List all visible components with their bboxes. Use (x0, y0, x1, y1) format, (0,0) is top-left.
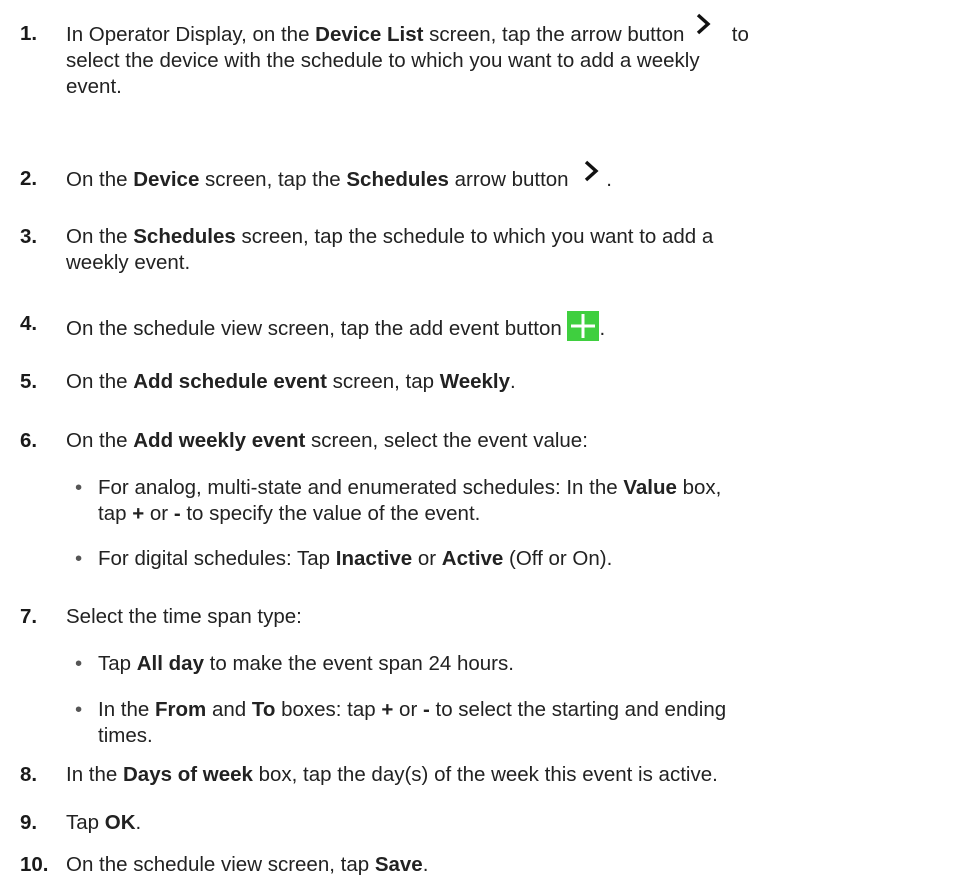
step-number: 8. (20, 763, 38, 786)
step-text: On the Add weekly event screen, select t… (66, 429, 588, 452)
step-text: In Operator Display, on the Device List … (66, 13, 946, 100)
step-text: On the Device screen, tap the Schedules … (66, 160, 946, 193)
step-text: On the schedule view screen, tap the add… (66, 311, 946, 342)
add-event-plus-icon (567, 311, 600, 341)
step-number: 3. (20, 225, 38, 248)
chevron-right-icon (694, 13, 712, 35)
bullet: • (75, 476, 83, 499)
step-number: 9. (20, 811, 38, 834)
step-text: In the Days of week box, tap the day(s) … (66, 763, 718, 786)
step-number: 6. (20, 429, 38, 452)
bullet-text: In the From and To boxes: tap + or - to … (98, 698, 727, 747)
chevron-right-icon (582, 160, 600, 182)
step-number: 10. (20, 853, 49, 876)
step-number: 5. (20, 370, 38, 393)
bullet: • (75, 698, 83, 721)
step-number: 7. (20, 605, 38, 628)
bullet-text: For analog, multi-state and enumerated s… (98, 476, 722, 525)
step-text: Select the time span type: (66, 605, 302, 628)
bullet-text: For digital schedules: Tap Inactive or A… (98, 547, 613, 570)
step-text: On the Add schedule event screen, tap We… (66, 370, 516, 393)
step-number: 2. (20, 167, 38, 190)
step-number: 1. (20, 22, 38, 45)
step-text: On the Schedules screen, tap the schedul… (66, 225, 714, 274)
bullet: • (75, 547, 83, 570)
bullet: • (75, 652, 83, 675)
step-text: Tap OK. (66, 811, 142, 834)
step-text: On the schedule view screen, tap Save. (66, 853, 429, 876)
bullet-text: Tap All day to make the event span 24 ho… (98, 652, 514, 675)
step-number: 4. (20, 312, 38, 335)
